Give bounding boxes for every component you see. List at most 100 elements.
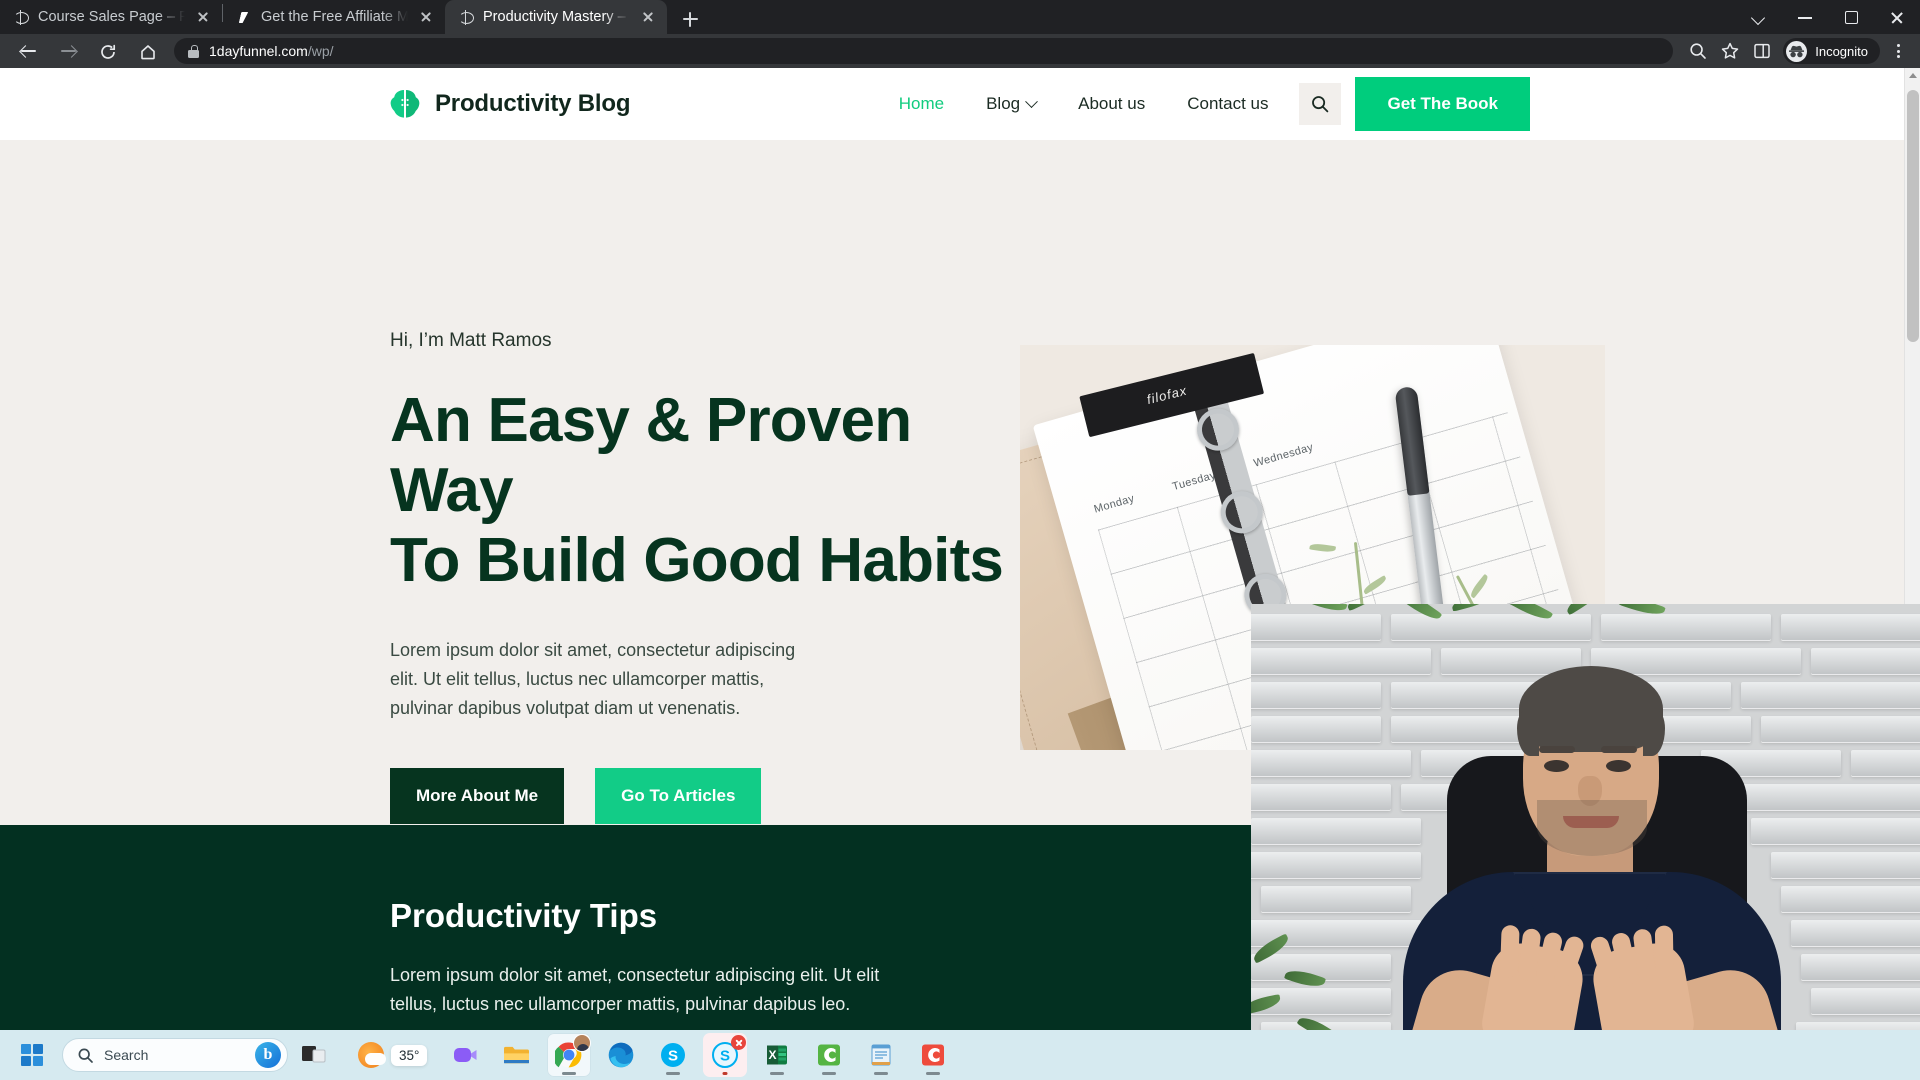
microsoft-edge-icon[interactable]: [599, 1033, 643, 1077]
running-indicator: [722, 1072, 728, 1075]
error-badge-icon: [731, 1035, 747, 1050]
nav-label: Contact us: [1187, 94, 1269, 113]
running-indicator: [874, 1072, 889, 1075]
teams-icon[interactable]: [443, 1033, 487, 1077]
plant-foliage-top: [1300, 604, 1721, 648]
hero-subtitle: Lorem ipsum dolor sit amet, consectetur …: [390, 640, 796, 719]
presenter-beard: [1537, 800, 1647, 856]
running-indicator: [562, 1072, 577, 1075]
tab-title: Get the Free Affiliate Marketing C: [261, 9, 408, 25]
scrollbar-thumb[interactable]: [1907, 90, 1919, 342]
browser-tab-1[interactable]: Course Sales Page – Productivity: [0, 0, 222, 34]
three-dot-menu-icon[interactable]: [1884, 36, 1912, 66]
svg-text:S: S: [720, 1048, 730, 1065]
windows-start-icon[interactable]: [10, 1033, 54, 1077]
incognito-label: Incognito: [1815, 43, 1868, 59]
hero-title: An Easy & Proven Way To Build Good Habit…: [390, 386, 1050, 596]
minimize-icon[interactable]: [1782, 0, 1828, 34]
nav-item-blog[interactable]: Blog: [965, 94, 1057, 114]
presenter-hair: [1517, 666, 1665, 756]
tab-favicon-globe-icon: [457, 9, 474, 26]
site-navigation: Home Blog About us Contact us Get The Bo…: [878, 77, 1920, 131]
url-text: 1dayfunnel.com/wp/: [209, 43, 334, 59]
incognito-indicator[interactable]: Incognito: [1783, 38, 1880, 64]
tab-close-icon[interactable]: [194, 8, 212, 26]
presenter-eye: [1544, 760, 1569, 772]
site-header: Productivity Blog Home Blog About us Con…: [0, 68, 1920, 140]
reload-icon[interactable]: [91, 36, 125, 66]
get-the-book-button[interactable]: Get The Book: [1355, 77, 1530, 131]
star-icon[interactable]: [1715, 36, 1745, 66]
lock-icon: [188, 45, 199, 58]
svg-text:S: S: [668, 1048, 678, 1065]
close-icon[interactable]: [1874, 0, 1920, 34]
camtasia-recorder-icon[interactable]: [911, 1033, 955, 1077]
nav-item-home[interactable]: Home: [878, 94, 965, 114]
site-brand-name: Productivity Blog: [435, 90, 631, 117]
taskbar-search-input[interactable]: Search: [62, 1038, 288, 1072]
sun-cloud-icon: [358, 1042, 386, 1068]
go-to-articles-button[interactable]: Go To Articles: [595, 767, 762, 824]
tips-body: Lorem ipsum dolor sit amet, consectetur …: [390, 965, 880, 1014]
hero-copy: Hi, I’m Matt Ramos An Easy & Proven Way …: [390, 330, 1050, 824]
new-tab-button[interactable]: [673, 4, 707, 34]
more-about-me-button[interactable]: More About Me: [390, 767, 565, 824]
tab-title: Course Sales Page – Productivity: [38, 9, 185, 25]
nav-label: Blog: [986, 94, 1021, 113]
browser-tab-strip: Course Sales Page – Productivity Get the…: [0, 0, 1920, 34]
nav-item-contact-us[interactable]: Contact us: [1166, 94, 1289, 114]
google-chrome-icon[interactable]: [547, 1033, 592, 1077]
camtasia-editor-icon[interactable]: [807, 1033, 851, 1077]
notepad-icon[interactable]: [859, 1033, 903, 1077]
site-brand[interactable]: Productivity Blog: [390, 88, 630, 121]
tab-close-icon[interactable]: [417, 8, 435, 26]
back-icon[interactable]: [11, 36, 45, 66]
home-icon[interactable]: [131, 36, 165, 66]
presenter-eyebrow: [1601, 746, 1637, 753]
running-indicator: [926, 1072, 941, 1075]
running-indicator: [770, 1072, 785, 1075]
presenter-webcam-overlay: [1251, 604, 1920, 1080]
taskbar-search-placeholder: Search: [104, 1047, 149, 1063]
chevron-down-icon: [1025, 94, 1038, 108]
url-domain: 1dayfunnel.com: [209, 43, 308, 59]
tab-favicon-blue-swoosh-icon: [235, 9, 252, 26]
window-controls: [1736, 0, 1920, 34]
nav-label: Home: [898, 94, 945, 113]
search-icon: [78, 1048, 93, 1063]
browser-tab-2[interactable]: Get the Free Affiliate Marketing C: [223, 0, 445, 34]
task-view-icon[interactable]: [292, 1033, 336, 1077]
search-icon[interactable]: [1683, 36, 1713, 66]
chevron-down-icon[interactable]: [1736, 0, 1782, 34]
address-bar[interactable]: 1dayfunnel.com/wp/: [174, 38, 1674, 64]
presenter-mouth: [1563, 816, 1619, 828]
running-indicator: [666, 1072, 681, 1075]
presenter-eye: [1606, 760, 1631, 772]
nav-item-about-us[interactable]: About us: [1057, 94, 1166, 114]
tab-favicon-globe-icon: [12, 9, 29, 26]
screen: Course Sales Page – Productivity Get the…: [0, 0, 1920, 1080]
bing-copilot-icon[interactable]: [255, 1042, 281, 1068]
maximize-icon[interactable]: [1828, 0, 1874, 34]
scroll-up-arrow-icon[interactable]: [1909, 73, 1917, 78]
brain-icon: [390, 88, 420, 121]
browser-tab-3-active[interactable]: Productivity Mastery – Productivi: [445, 0, 667, 34]
site-search-button[interactable]: [1299, 83, 1342, 125]
skype-blue-icon[interactable]: S: [651, 1033, 695, 1077]
weather-temperature: 35°: [391, 1044, 428, 1066]
chrome-profile-avatar: [573, 1034, 592, 1052]
taskbar-weather-widget[interactable]: 35°: [352, 1033, 433, 1077]
hero-buttons: More About Me Go To Articles: [390, 767, 1050, 824]
microsoft-excel-icon[interactable]: X: [755, 1033, 799, 1077]
presenter-eyebrow: [1539, 746, 1575, 753]
url-path: /wp/: [307, 43, 334, 59]
side-panel-icon[interactable]: [1747, 36, 1777, 66]
windows-taskbar: Search 35°: [0, 1030, 1920, 1080]
hero-kicker: Hi, I’m Matt Ramos: [390, 330, 552, 351]
incognito-avatar-icon: [1786, 40, 1808, 62]
skype-icon[interactable]: S: [703, 1033, 748, 1077]
search-icon: [1312, 96, 1329, 113]
forward-icon[interactable]: [51, 36, 85, 66]
tab-close-icon[interactable]: [639, 8, 657, 26]
file-explorer-icon[interactable]: [495, 1033, 539, 1077]
